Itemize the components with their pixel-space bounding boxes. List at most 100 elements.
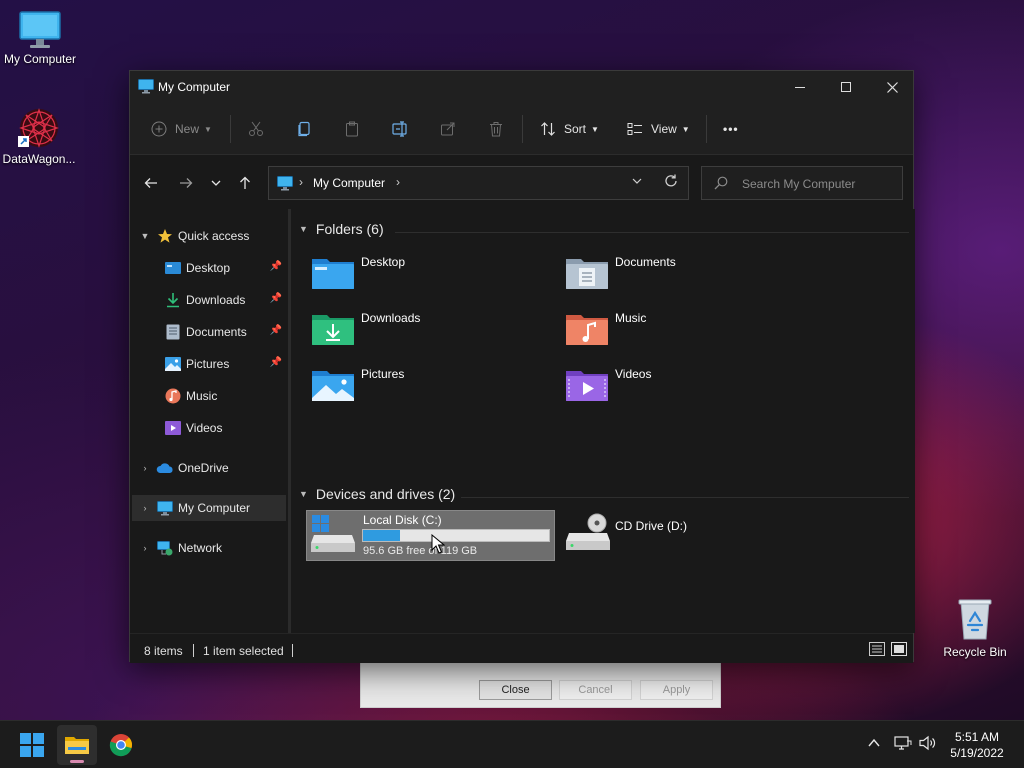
back-button[interactable] bbox=[140, 171, 162, 193]
cut-button[interactable] bbox=[248, 117, 264, 141]
monitor-icon bbox=[19, 11, 61, 48]
cloud-icon bbox=[156, 460, 174, 476]
share-button[interactable] bbox=[440, 117, 456, 141]
group-header-folders[interactable]: ▼ Folders (6) bbox=[299, 221, 384, 237]
desktop-icon-recycle-bin[interactable]: Recycle Bin bbox=[935, 597, 1015, 659]
forward-button[interactable] bbox=[175, 171, 197, 193]
item-count: 8 items bbox=[144, 644, 183, 658]
pictures-folder-icon bbox=[312, 371, 354, 401]
file-explorer-taskbar-button[interactable] bbox=[57, 725, 97, 765]
toolbar-separator bbox=[522, 115, 523, 143]
chevron-down-icon[interactable]: ▼ bbox=[299, 224, 308, 234]
arrow-left-icon bbox=[144, 178, 157, 189]
pin-icon: 📌 bbox=[269, 357, 282, 368]
rename-button[interactable] bbox=[392, 117, 410, 141]
music-folder-icon bbox=[566, 315, 608, 345]
apply-button[interactable]: Apply bbox=[640, 680, 713, 700]
more-options-button[interactable]: ••• bbox=[723, 117, 739, 141]
view-button[interactable]: View ▼ bbox=[627, 117, 690, 141]
sidebar-item-label: My Computer bbox=[178, 501, 251, 515]
more-icon: ••• bbox=[723, 122, 739, 136]
up-button[interactable] bbox=[234, 171, 256, 193]
search-input[interactable]: Search My Computer bbox=[742, 177, 855, 191]
delete-button[interactable] bbox=[488, 117, 504, 141]
sidebar-item-label: Documents bbox=[186, 325, 247, 339]
chevron-right-icon[interactable]: › bbox=[138, 543, 152, 553]
sidebar-item-music[interactable]: Music bbox=[132, 383, 286, 409]
group-header-devices[interactable]: ▼ Devices and drives (2) bbox=[299, 486, 455, 502]
refresh-button[interactable] bbox=[664, 174, 678, 192]
breadcrumb-chevron-icon[interactable]: › bbox=[396, 175, 400, 189]
copy-button[interactable] bbox=[296, 117, 312, 141]
folder-tile-music[interactable]: Music bbox=[561, 305, 811, 351]
folder-tile-desktop[interactable]: Desktop bbox=[307, 249, 557, 295]
drive-tile-cd-drive[interactable]: CD Drive (D:) bbox=[561, 509, 811, 555]
sidebar-item-network[interactable]: › Network bbox=[132, 535, 286, 561]
window-title: My Computer bbox=[158, 80, 231, 94]
chrome-taskbar-button[interactable] bbox=[101, 725, 141, 765]
sidebar-item-my-computer[interactable]: › My Computer bbox=[132, 495, 286, 521]
desktop-icon-label: My Computer bbox=[3, 52, 77, 66]
navigation-pane: ▼ Quick access Desktop 📌 Downloads 📌 Doc… bbox=[130, 209, 288, 633]
minimize-button[interactable] bbox=[777, 71, 823, 103]
recent-locations-button[interactable] bbox=[205, 171, 227, 193]
monitor-icon bbox=[156, 500, 174, 516]
drive-usage-fill bbox=[363, 530, 400, 541]
divider bbox=[395, 232, 909, 233]
breadcrumb-chevron-icon[interactable]: › bbox=[299, 175, 303, 189]
paste-button[interactable] bbox=[344, 117, 360, 141]
show-hidden-icons-button[interactable] bbox=[868, 735, 880, 751]
maximize-button[interactable] bbox=[823, 71, 869, 103]
file-list: ▼ Folders (6) Desktop Documents Download… bbox=[291, 209, 915, 633]
downloads-folder-icon bbox=[312, 315, 354, 345]
monitor-icon bbox=[138, 79, 154, 94]
close-button[interactable]: Close bbox=[479, 680, 552, 700]
breadcrumb-my-computer[interactable]: My Computer bbox=[313, 176, 385, 190]
desktop-icon-my-computer[interactable]: My Computer bbox=[0, 10, 80, 66]
network-tray-button[interactable] bbox=[894, 735, 912, 754]
cancel-button[interactable]: Cancel bbox=[559, 680, 632, 700]
folder-tile-downloads[interactable]: Downloads bbox=[307, 305, 557, 351]
folder-tile-videos[interactable]: Videos bbox=[561, 361, 811, 407]
desktop-folder-icon bbox=[312, 259, 354, 289]
selection-count: 1 item selected bbox=[203, 644, 284, 658]
sidebar-item-documents[interactable]: Documents 📌 bbox=[132, 319, 286, 345]
file-explorer-window: My Computer New ▼ Sort ▼ View ▼ ••• › My… bbox=[129, 70, 915, 663]
folder-tile-pictures[interactable]: Pictures bbox=[307, 361, 557, 407]
chevron-down-icon bbox=[632, 178, 642, 184]
volume-tray-button[interactable] bbox=[919, 735, 937, 754]
maximize-icon bbox=[841, 82, 851, 93]
start-button[interactable] bbox=[12, 725, 52, 765]
sidebar-item-pictures[interactable]: Pictures 📌 bbox=[132, 351, 286, 377]
desktop-icon-datawagon[interactable]: DataWagon... bbox=[0, 106, 79, 166]
new-button[interactable]: New ▼ bbox=[151, 117, 212, 141]
details-view-icon[interactable] bbox=[869, 642, 885, 656]
large-icons-view-icon[interactable] bbox=[891, 642, 907, 656]
clock-date: 5/19/2022 bbox=[950, 746, 1004, 760]
sidebar-item-label: Desktop bbox=[186, 261, 231, 275]
chevron-down-icon[interactable]: ▼ bbox=[299, 489, 308, 499]
refresh-icon bbox=[665, 174, 677, 187]
chevron-down-icon[interactable]: ▼ bbox=[138, 231, 152, 241]
title-bar[interactable]: My Computer bbox=[130, 71, 913, 103]
sort-button[interactable]: Sort ▼ bbox=[540, 117, 599, 141]
search-box[interactable]: Search My Computer bbox=[701, 166, 903, 200]
folder-name: Music bbox=[615, 311, 647, 325]
divider bbox=[461, 497, 909, 498]
arrow-up-icon bbox=[240, 176, 250, 190]
clock[interactable]: 5:51 AM 5/19/2022 bbox=[940, 729, 1014, 761]
sidebar-item-videos[interactable]: Videos bbox=[132, 415, 286, 441]
sidebar-item-downloads[interactable]: Downloads 📌 bbox=[132, 287, 286, 313]
chevron-right-icon[interactable]: › bbox=[138, 463, 152, 473]
folder-tile-documents[interactable]: Documents bbox=[561, 249, 811, 295]
sidebar-item-onedrive[interactable]: › OneDrive bbox=[132, 455, 286, 481]
folder-name: Videos bbox=[615, 367, 652, 381]
address-bar[interactable]: › My Computer › bbox=[268, 166, 689, 200]
chevron-right-icon[interactable]: › bbox=[138, 503, 152, 513]
close-window-button[interactable] bbox=[869, 71, 915, 103]
sidebar-item-label: OneDrive bbox=[178, 461, 229, 475]
address-history-dropdown[interactable] bbox=[632, 176, 642, 189]
sidebar-item-label: Pictures bbox=[186, 357, 230, 371]
sidebar-item-desktop[interactable]: Desktop 📌 bbox=[132, 255, 286, 281]
sidebar-item-quick-access[interactable]: ▼ Quick access bbox=[132, 223, 286, 249]
